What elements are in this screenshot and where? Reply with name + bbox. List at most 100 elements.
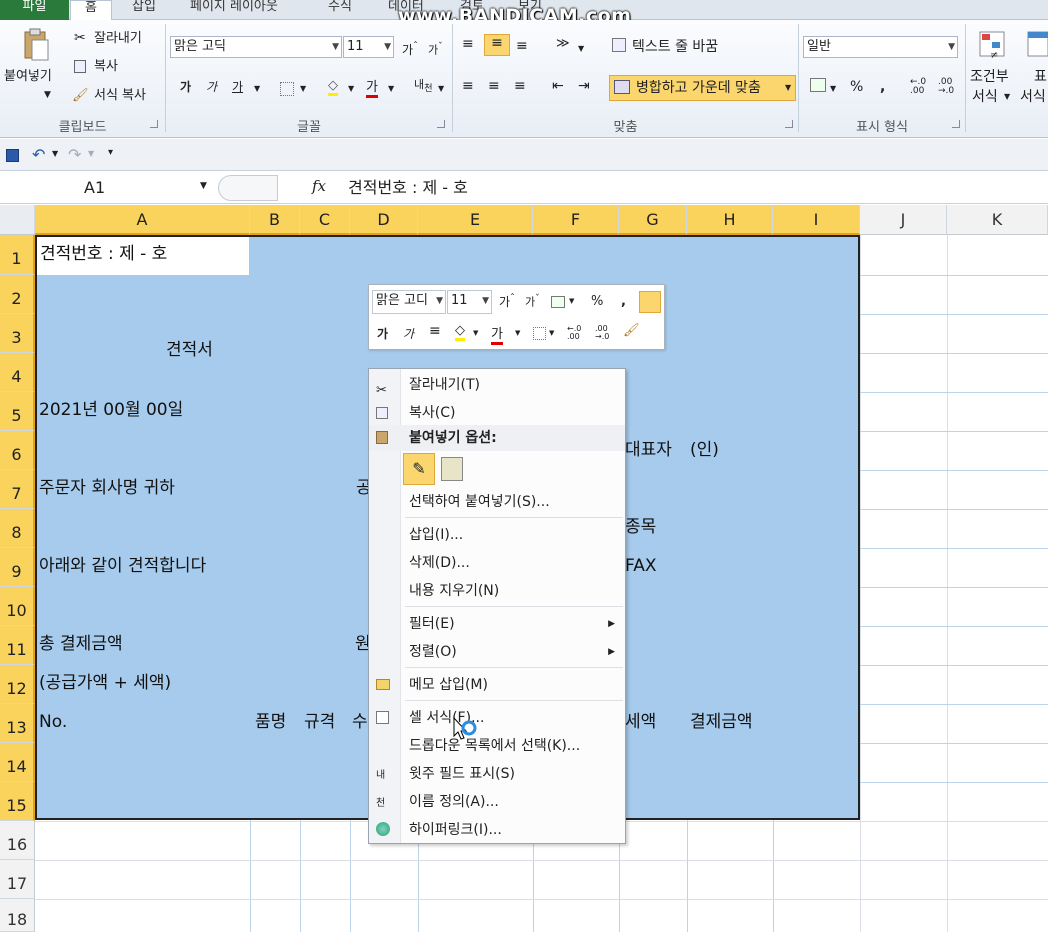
mini-percent-button[interactable]: % — [591, 293, 603, 311]
mini-fill-color-icon[interactable]: ◇ — [455, 323, 465, 341]
border-icon[interactable] — [280, 82, 294, 96]
cell-date[interactable]: 2021년 00월 00일 — [39, 400, 183, 420]
menu-cut[interactable]: ✂ 잘라내기(T) — [369, 371, 625, 399]
tab-page-layout[interactable]: 페이지 레이아웃 — [186, 0, 282, 20]
mini-size-combo[interactable]: 11 ▼ — [447, 290, 492, 314]
chevron-down-icon[interactable]: ▼ — [785, 79, 791, 97]
column-header-G[interactable]: G — [619, 205, 687, 235]
menu-dropdown-list[interactable]: 드롭다운 목록에서 선택(K)... — [369, 732, 625, 760]
comma-button[interactable]: , — [880, 78, 885, 96]
format-painter-icon[interactable]: 🖌 — [623, 323, 640, 338]
row-header-8[interactable]: 8 — [0, 509, 35, 548]
row-header-4[interactable]: 4 — [0, 353, 35, 392]
fill-color-icon[interactable]: ◇ — [328, 78, 338, 96]
column-header-F[interactable]: F — [533, 205, 619, 235]
tab-file[interactable]: 파일 — [0, 0, 69, 20]
chevron-down-icon[interactable]: ▼ — [438, 80, 444, 98]
increase-indent-icon[interactable]: ⇥ — [578, 78, 590, 94]
redo-icon[interactable]: ↷ — [68, 145, 81, 164]
tab-home[interactable]: 홈 — [70, 0, 112, 21]
menu-delete[interactable]: 삭제(D)... — [369, 549, 625, 577]
grow-font-icon[interactable]: 가ˆ — [499, 293, 515, 310]
percent-button[interactable]: % — [850, 78, 863, 96]
chevron-down-icon[interactable]: ▼ — [578, 40, 584, 58]
cell-total[interactable]: 총 결제금액 — [39, 634, 123, 654]
decrease-decimal-icon[interactable]: .00 →.0 — [938, 78, 954, 96]
menu-phonetic[interactable]: 내천 윗주 필드 표시(S) — [369, 760, 625, 809]
menu-format-cells[interactable]: 셀 서식(F)... — [369, 704, 625, 732]
menu-clear-contents[interactable]: 내용 지우기(N) — [369, 577, 625, 605]
insert-function-icon[interactable]: fx — [312, 177, 326, 195]
menu-insert[interactable]: 삽입(I)... — [369, 521, 625, 549]
row-header-12[interactable]: 12 — [0, 665, 35, 704]
mini-italic-button[interactable]: 가 — [403, 325, 414, 343]
italic-button[interactable]: 가 — [206, 78, 217, 96]
cell-pay[interactable]: 결제금액 — [690, 712, 753, 732]
phonetic-icon[interactable]: 내천 — [414, 76, 433, 94]
chevron-down-icon[interactable]: ▼ — [388, 80, 394, 98]
currency-icon[interactable] — [810, 78, 826, 92]
tab-formulas[interactable]: 수식 — [324, 0, 356, 20]
align-center-icon[interactable]: ≡ — [488, 78, 500, 94]
copy-button[interactable]: 복사 — [94, 58, 118, 76]
mini-center-icon[interactable]: ≡ — [429, 323, 441, 339]
cell-a1[interactable]: 견적번호 : 제 - 호 — [40, 244, 167, 264]
tab-insert[interactable]: 삽입 — [128, 0, 160, 20]
column-header-J[interactable]: J — [860, 205, 947, 235]
formula-splitter[interactable] — [218, 175, 278, 201]
cell-fax[interactable]: FAX — [625, 556, 657, 576]
chevron-down-icon[interactable]: ▼ — [200, 181, 207, 191]
shrink-font-button[interactable]: 가ˇ — [428, 38, 443, 60]
paste-option-icon[interactable]: ✎ — [403, 453, 435, 485]
column-header-E[interactable]: E — [418, 205, 533, 235]
cell-spec[interactable]: 규격 — [304, 712, 335, 732]
cell-no[interactable]: No. — [39, 712, 67, 732]
chevron-down-icon[interactable]: ▼ — [254, 80, 260, 98]
row-header-11[interactable]: 11 — [0, 626, 35, 665]
chevron-down-icon[interactable]: ▼ — [515, 329, 520, 337]
mini-bold-button[interactable]: 가 — [377, 325, 388, 343]
font-name-combo[interactable]: 맑은 고딕 ▼ — [170, 36, 342, 58]
cell-title[interactable]: 견적서 — [166, 340, 213, 360]
align-left-icon[interactable]: ≡ — [462, 78, 474, 94]
paste-button[interactable]: 붙여넣기 — [4, 68, 52, 86]
bold-button[interactable]: 가 — [180, 78, 191, 96]
chevron-down-icon[interactable]: ▼ — [348, 80, 354, 98]
chevron-down-icon[interactable]: ▼ — [569, 297, 574, 305]
font-launcher[interactable] — [437, 120, 445, 128]
column-header-A[interactable]: A — [35, 205, 250, 235]
font-color-icon[interactable]: 가 — [366, 76, 378, 98]
cell-orderer[interactable]: 주문자 회사명 귀하 — [39, 478, 175, 498]
chevron-down-icon[interactable]: ▼ — [473, 329, 478, 337]
wrap-text-button[interactable]: 텍스트 줄 바꿈 — [632, 38, 718, 56]
cell-notice[interactable]: 아래와 같이 견적합니다 — [39, 556, 206, 576]
formula-input[interactable]: 견적번호 : 제 - 호 — [348, 175, 468, 201]
row-header-16[interactable]: 16 — [0, 821, 35, 860]
chevron-down-icon[interactable]: ▼ — [1004, 92, 1010, 101]
cell-qty[interactable]: 수 — [352, 712, 368, 732]
clipboard-launcher[interactable] — [150, 120, 158, 128]
cell-tax[interactable]: 세액 — [625, 712, 656, 732]
chevron-down-icon[interactable]: ▼ — [830, 80, 836, 98]
chevron-down-icon[interactable]: ▼ — [300, 80, 306, 98]
row-header-7[interactable]: 7 — [0, 470, 35, 509]
chevron-down-icon[interactable]: ▼ — [88, 149, 94, 158]
cell-item-type[interactable]: 종목 — [625, 517, 656, 537]
paste-dropdown-icon[interactable]: ▼ — [44, 86, 51, 104]
mini-font-color-icon[interactable]: 가 — [491, 323, 503, 345]
align-right-icon[interactable]: ≡ — [514, 78, 526, 94]
column-header-K[interactable]: K — [947, 205, 1048, 235]
row-header-3[interactable]: 3 — [0, 314, 35, 353]
align-top-icon[interactable]: ≡ — [462, 36, 474, 52]
grow-font-button[interactable]: 가ˆ — [402, 38, 418, 59]
menu-copy[interactable]: 복사(C) — [369, 399, 625, 427]
column-header-H[interactable]: H — [687, 205, 773, 235]
chevron-down-icon[interactable]: ▼ — [52, 149, 58, 158]
customize-qat-icon[interactable]: ▾ — [108, 147, 113, 158]
cell-item[interactable]: 품명 — [255, 712, 286, 732]
format-painter-button[interactable]: 서식 복사 — [94, 87, 146, 105]
cut-button[interactable]: 잘라내기 — [94, 30, 142, 48]
row-header-14[interactable]: 14 — [0, 743, 35, 782]
number-format-combo[interactable]: 일반 ▼ — [803, 36, 958, 58]
row-header-9[interactable]: 9 — [0, 548, 35, 587]
